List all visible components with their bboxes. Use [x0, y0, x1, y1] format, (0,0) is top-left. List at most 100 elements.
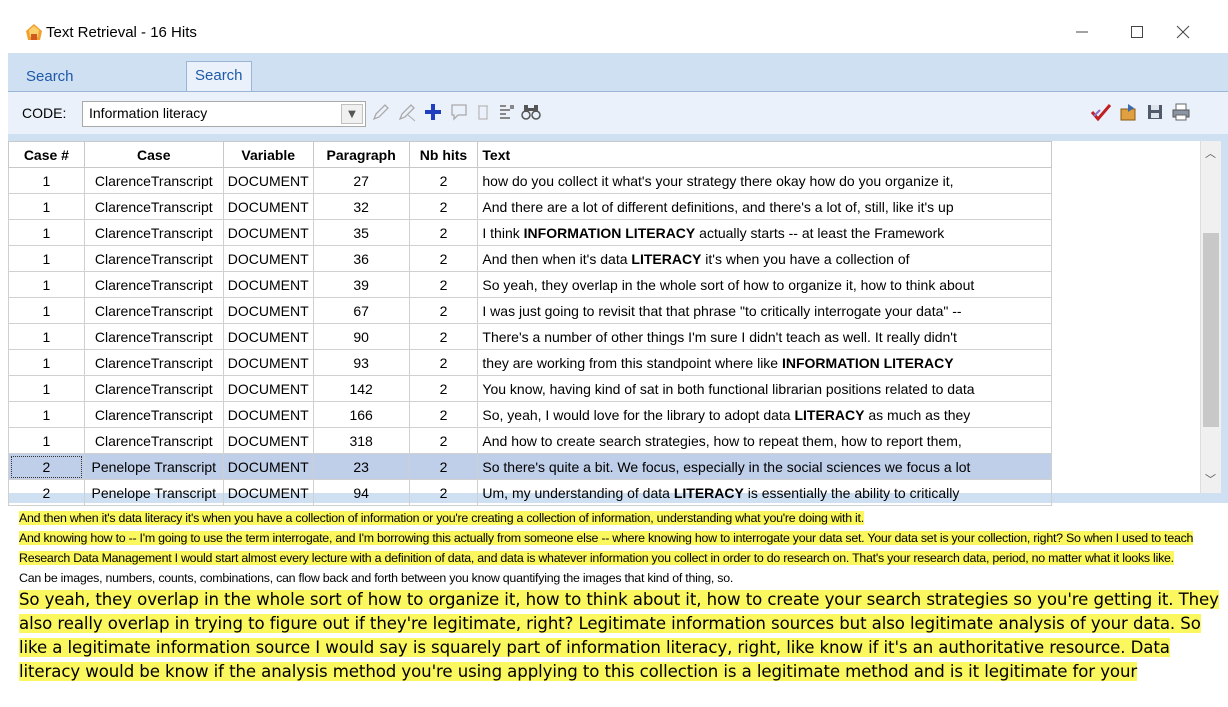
cell-paragraph[interactable]: 23	[312, 453, 410, 480]
cell-case-num[interactable]: 1	[8, 219, 85, 246]
cell-variable[interactable]: DOCUMENT	[222, 271, 314, 298]
cell-text[interactable]: There's a number of other things I'm sur…	[477, 323, 1052, 350]
cell-text[interactable]: So, yeah, I would love for the library t…	[477, 401, 1052, 428]
code-input[interactable]	[83, 102, 345, 124]
cell-paragraph[interactable]: 32	[312, 193, 410, 220]
cell-variable[interactable]: DOCUMENT	[222, 323, 314, 350]
cell-variable[interactable]: DOCUMENT	[222, 245, 314, 272]
cell-nb-hits[interactable]: 2	[408, 401, 479, 428]
column-header-case[interactable]: Case	[83, 141, 224, 168]
cell-text[interactable]: they are working from this standpoint wh…	[477, 349, 1052, 376]
cell-variable[interactable]: DOCUMENT	[222, 375, 314, 402]
cell-nb-hits[interactable]: 2	[408, 271, 479, 298]
cell-case-name[interactable]: ClarenceTranscript	[83, 167, 224, 194]
cell-nb-hits[interactable]: 2	[408, 453, 479, 480]
cell-paragraph[interactable]: 166	[312, 401, 410, 428]
column-header-variable[interactable]: Variable	[222, 141, 314, 168]
cell-case-num[interactable]: 1	[8, 323, 85, 350]
cell-text[interactable]: So there's quite a bit. We focus, especi…	[477, 453, 1052, 480]
cell-variable[interactable]: DOCUMENT	[222, 349, 314, 376]
export-icon[interactable]	[1118, 101, 1140, 123]
text-preview-pane[interactable]: And then when it's data literacy it's wh…	[0, 508, 1228, 707]
cell-case-name[interactable]: ClarenceTranscript	[83, 375, 224, 402]
print-icon[interactable]	[1170, 101, 1192, 123]
cell-nb-hits[interactable]: 2	[408, 297, 479, 324]
cell-variable[interactable]: DOCUMENT	[222, 167, 314, 194]
save-icon[interactable]	[1144, 101, 1166, 123]
cell-paragraph[interactable]: 318	[312, 427, 410, 454]
cell-text[interactable]: So yeah, they overlap in the whole sort …	[477, 271, 1052, 298]
table-row[interactable]: 1 ClarenceTranscript DOCUMENT 90 2 There's a …	[8, 323, 1052, 350]
table-row[interactable]: 1 ClarenceTranscript DOCUMENT 39 2 So yeah, t…	[8, 271, 1052, 298]
cell-case-num[interactable]: 1	[8, 167, 85, 194]
cell-variable[interactable]: DOCUMENT	[222, 193, 314, 220]
cell-case-num[interactable]: 1	[8, 297, 85, 324]
scroll-down-icon[interactable]: ﹀	[1205, 471, 1216, 487]
cell-paragraph[interactable]: 36	[312, 245, 410, 272]
table-row[interactable]: 2 Penelope Transcript DOCUMENT 23 2 So there'…	[8, 453, 1052, 480]
cell-case-name[interactable]: Penelope Transcript	[83, 453, 224, 480]
cell-case-name[interactable]: ClarenceTranscript	[83, 349, 224, 376]
cell-text[interactable]: And then when it's data LITERACY it's wh…	[477, 245, 1052, 272]
table-row[interactable]: 1 ClarenceTranscript DOCUMENT 36 2 And then w…	[8, 245, 1052, 272]
scroll-up-icon[interactable]: ︿	[1205, 145, 1216, 161]
column-header-nb-hits[interactable]: Nb hits	[408, 141, 479, 168]
cell-nb-hits[interactable]: 2	[408, 349, 479, 376]
cell-text[interactable]: You know, having kind of sat in both fun…	[477, 375, 1052, 402]
cell-case-num[interactable]: 2	[8, 453, 85, 480]
cell-case-name[interactable]: ClarenceTranscript	[83, 219, 224, 246]
table-row[interactable]: 2 Penelope Transcript DOCUMENT 94 2 Um, my un…	[8, 479, 1052, 506]
cell-text[interactable]: Um, my understanding of data LITERACY is…	[477, 479, 1052, 506]
find-icon[interactable]	[520, 101, 542, 123]
minimize-button[interactable]	[1059, 14, 1105, 50]
cell-variable[interactable]: DOCUMENT	[222, 453, 314, 480]
cell-variable[interactable]: DOCUMENT	[222, 401, 314, 428]
table-scrollbar[interactable]: ︿ ﹀	[1200, 141, 1221, 493]
cell-case-num[interactable]: 1	[8, 401, 85, 428]
cell-nb-hits[interactable]: 2	[408, 323, 479, 350]
cell-case-num[interactable]: 2	[8, 479, 85, 506]
edit-code-icon[interactable]	[370, 101, 392, 123]
table-row[interactable]: 1 ClarenceTranscript DOCUMENT 35 2 I think IN…	[8, 219, 1052, 246]
table-row[interactable]: 1 ClarenceTranscript DOCUMENT 67 2 I was just…	[8, 297, 1052, 324]
chevron-down-icon[interactable]: ▼	[341, 104, 363, 124]
cell-paragraph[interactable]: 94	[312, 479, 410, 506]
cell-nb-hits[interactable]: 2	[408, 219, 479, 246]
cell-paragraph[interactable]: 90	[312, 323, 410, 350]
cell-text[interactable]: how do you collect it what's your strate…	[477, 167, 1052, 194]
cell-paragraph[interactable]: 39	[312, 271, 410, 298]
close-button[interactable]	[1160, 14, 1206, 50]
table-row[interactable]: 1 ClarenceTranscript DOCUMENT 32 2 And there …	[8, 193, 1052, 220]
cell-case-name[interactable]: ClarenceTranscript	[83, 271, 224, 298]
cell-case-name[interactable]: ClarenceTranscript	[83, 323, 224, 350]
cell-text[interactable]: I was just going to revisit that that ph…	[477, 297, 1052, 324]
cell-paragraph[interactable]: 27	[312, 167, 410, 194]
cell-case-num[interactable]: 1	[8, 375, 85, 402]
cell-variable[interactable]: DOCUMENT	[222, 427, 314, 454]
cell-nb-hits[interactable]: 2	[408, 245, 479, 272]
cell-case-name[interactable]: ClarenceTranscript	[83, 193, 224, 220]
check-icon[interactable]	[1090, 101, 1112, 123]
cell-nb-hits[interactable]: 2	[408, 427, 479, 454]
table-row[interactable]: 1 ClarenceTranscript DOCUMENT 27 2 how do you…	[8, 167, 1052, 194]
cell-case-name[interactable]: ClarenceTranscript	[83, 427, 224, 454]
cell-case-num[interactable]: 1	[8, 349, 85, 376]
cell-variable[interactable]: DOCUMENT	[222, 479, 314, 506]
cell-variable[interactable]: DOCUMENT	[222, 297, 314, 324]
remove-code-icon[interactable]	[396, 101, 418, 123]
cell-variable[interactable]: DOCUMENT	[222, 219, 314, 246]
cell-paragraph[interactable]: 67	[312, 297, 410, 324]
table-row[interactable]: 1 ClarenceTranscript DOCUMENT 142 2 You know,…	[8, 375, 1052, 402]
maximize-button[interactable]	[1114, 14, 1160, 50]
cell-case-name[interactable]: ClarenceTranscript	[83, 401, 224, 428]
cell-paragraph[interactable]: 142	[312, 375, 410, 402]
cell-text[interactable]: And there are a lot of different definit…	[477, 193, 1052, 220]
column-header-paragraph[interactable]: Paragraph	[312, 141, 410, 168]
delete-icon[interactable]	[472, 101, 494, 123]
column-header-case-num[interactable]: Case #	[8, 141, 85, 168]
cell-paragraph[interactable]: 35	[312, 219, 410, 246]
table-row[interactable]: 1 ClarenceTranscript DOCUMENT 93 2 they are w…	[8, 349, 1052, 376]
cell-case-name[interactable]: ClarenceTranscript	[83, 297, 224, 324]
cell-nb-hits[interactable]: 2	[408, 479, 479, 506]
cell-case-num[interactable]: 1	[8, 271, 85, 298]
